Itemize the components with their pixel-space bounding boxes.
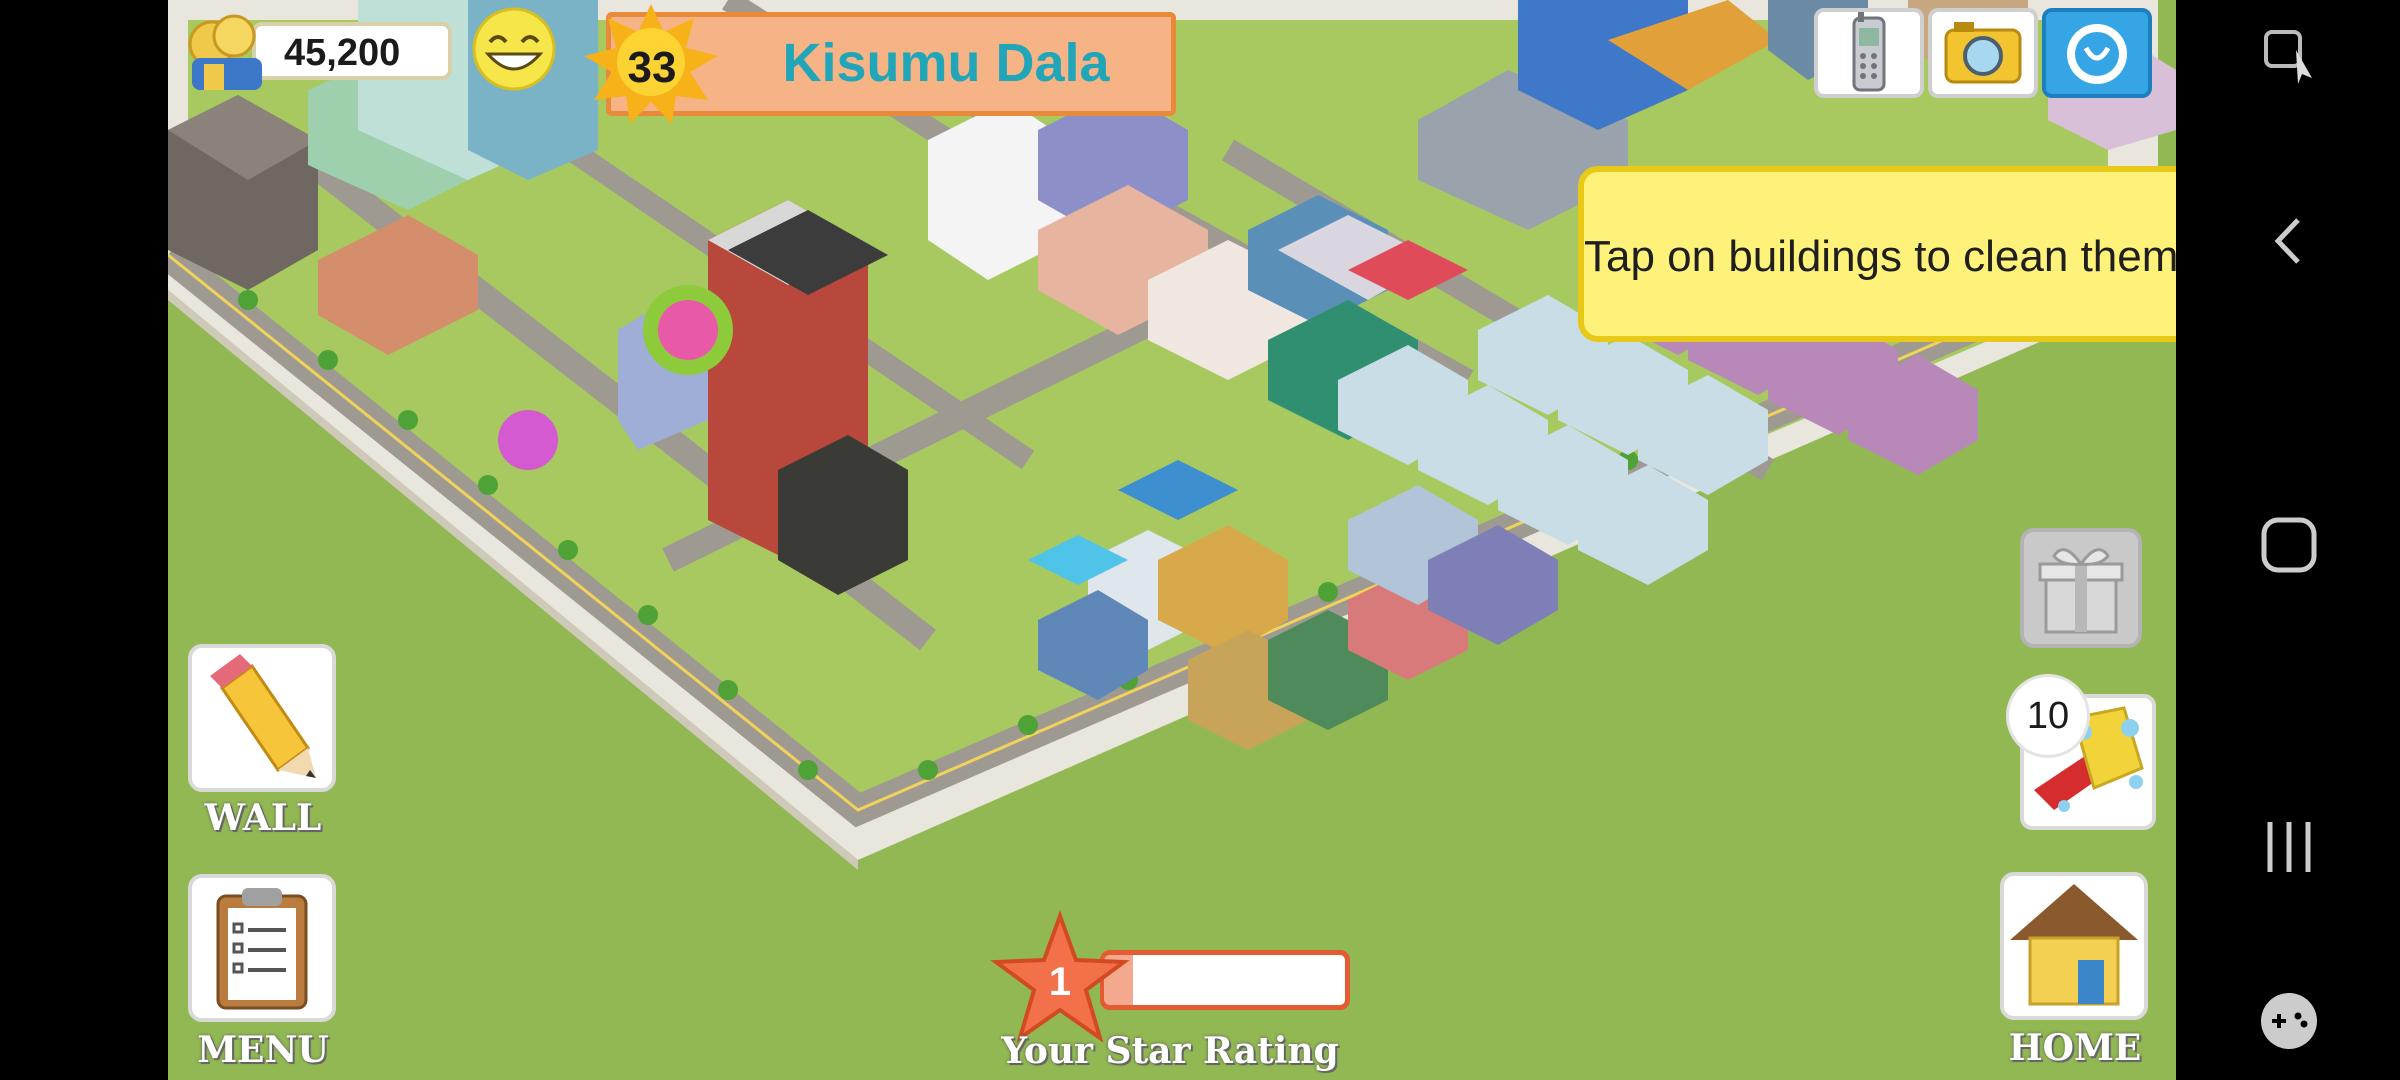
wall-button[interactable]: WALL [188,644,338,842]
home-icon [2010,884,2138,1006]
clipboard-icon [216,888,308,1010]
social-icon [2067,24,2127,84]
system-nav-bar [2176,0,2400,1080]
nav-back-icon[interactable] [2256,208,2322,274]
gift-icon [2038,548,2124,634]
phone-button[interactable] [1814,8,1924,98]
wall-box [188,644,336,792]
city-banner[interactable]: Kisumu Dala 33 [576,4,1178,124]
left-black-bar [0,0,168,1080]
rating-stars: 1 [1048,960,1072,1004]
pencil-icon [210,654,316,778]
gift-button[interactable] [2020,528,2142,648]
home-button[interactable]: HOME [2000,872,2150,1070]
nav-home-icon[interactable] [2256,512,2322,578]
smiley-icon[interactable] [470,6,558,92]
city-name: Kisumu Dala [782,33,1110,93]
nav-game-icon[interactable] [2256,988,2322,1054]
social-button[interactable] [2042,8,2152,98]
level-number: 33 [627,43,677,92]
coins-icon [188,14,262,90]
star-rating[interactable]: 1 Your Star Rating [990,910,1530,1080]
camera-icon [1944,22,2022,84]
nav-recents-icon[interactable] [2256,814,2322,880]
phone-icon [1852,12,1886,92]
nav-screenshot-icon[interactable] [2256,22,2322,88]
clean-count: 10 [2026,695,2070,737]
camera-button[interactable] [1928,8,2038,98]
wall-label: WALL [204,797,322,839]
rating-track [1100,950,1350,1010]
home-label: HOME [2008,1027,2142,1069]
tooltip-text: Tap on buildings to clean them. [1584,232,2176,281]
coin-counter: 45,200 [182,8,462,94]
menu-label: MENU [197,1029,329,1071]
menu-button[interactable]: MENU [188,874,338,1074]
clean-button[interactable]: 10 [2006,674,2156,832]
tutorial-tooltip[interactable]: Tap on buildings to clean them. [1578,166,2176,342]
game-viewport[interactable]: 45,200 Kisumu Dala 33 Tap on buildings t… [168,0,2176,1080]
home-box [2000,872,2148,1020]
coin-value: 45,200 [284,32,401,74]
menu-box [188,874,336,1022]
rating-label: Your Star Rating [1001,1030,1339,1072]
